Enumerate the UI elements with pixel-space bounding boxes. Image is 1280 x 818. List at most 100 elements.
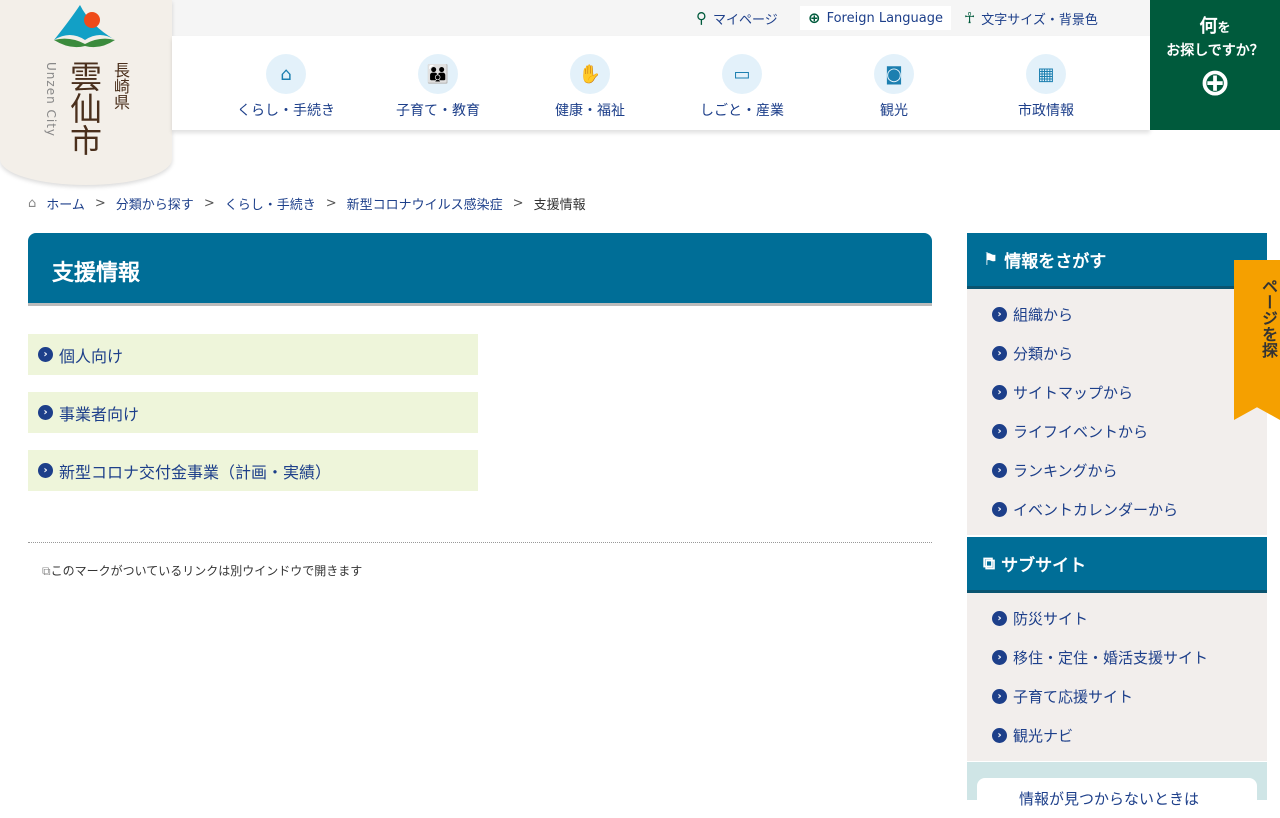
chevron-right-icon: › (992, 307, 1007, 322)
find-info-panel: ⚑ 情報をさがす › 組織から › 分類から › サイトマップから › ライフイベントから… (967, 233, 1267, 535)
item-label: 組織から (1013, 306, 1074, 324)
subsite-migration[interactable]: › 移住・定住・婚活支援サイト (992, 638, 1267, 677)
chevron-right-icon: › (38, 347, 53, 362)
breadcrumb: ⌂ ホーム > 分類から探す > くらし・手続き > 新型コロナウイルス感染症 > 支援… (28, 194, 586, 213)
breadcrumb-sep: > (203, 196, 215, 211)
note-text: このマークがついているリンクは別ウインドウで開きます (50, 564, 363, 578)
chevron-right-icon: › (992, 689, 1007, 704)
item-label: 防災サイト (1013, 610, 1089, 628)
find-by-category[interactable]: › 分類から (992, 334, 1267, 373)
breadcrumb-sep: > (325, 196, 337, 211)
link-grant[interactable]: › 新型コロナ交付金事業（計画・実績） (28, 450, 478, 491)
chevron-right-icon: › (38, 463, 53, 478)
link-individual[interactable]: › 個人向け (28, 334, 478, 375)
chevron-right-icon: › (38, 405, 53, 420)
camera-icon: ◙ (874, 54, 914, 94)
logo-pref: 長崎県 (111, 62, 130, 110)
find-by-ranking[interactable]: › ランキングから (992, 451, 1267, 490)
help-link[interactable]: 情報が見つからないときは (977, 778, 1257, 818)
search-label-1: 何 (1199, 16, 1218, 37)
breadcrumb-sep: > (94, 196, 106, 211)
subsite-disaster[interactable]: › 防災サイト (992, 599, 1267, 638)
nav-label: 市政情報 (1018, 103, 1074, 119)
page-title: 支援情報 (28, 233, 932, 306)
site-logo[interactable]: Unzen City 雲仙市 長崎県 (0, 0, 172, 185)
nav-label: 観光 (880, 103, 908, 119)
item-label: 分類から (1013, 345, 1074, 363)
breadcrumb-category[interactable]: 分類から探す (116, 194, 194, 213)
breadcrumb-sep: > (512, 196, 524, 211)
site-search-button[interactable]: 何を お探しですか？ ⊕ (1150, 0, 1280, 130)
subsite-header: ⧉ サブサイト (967, 537, 1267, 593)
subsite-tourism[interactable]: › 観光ナビ (992, 716, 1267, 755)
subsite-childcare[interactable]: › 子育て応援サイト (992, 677, 1267, 716)
chevron-right-icon: › (992, 346, 1007, 361)
search-plus-icon: ⊕ (1199, 60, 1231, 104)
global-nav: ⌂ くらし・手続き 👪 子育て・教育 ✋ 健康・福祉 ▭ しごと・産業 ◙ 観光 ▦ 市政情… (172, 36, 1150, 130)
nav-health[interactable]: ✋ 健康・福祉 (514, 36, 666, 130)
find-by-calendar[interactable]: › イベントカレンダーから (992, 490, 1267, 529)
mypage-label: マイページ (713, 12, 778, 28)
breadcrumb-living[interactable]: くらし・手続き (225, 194, 316, 213)
item-label: イベントカレンダーから (1013, 501, 1179, 519)
flag-icon: ⚑ (983, 249, 999, 270)
nav-label: くらし・手続き (237, 103, 335, 119)
item-label: 移住・定住・婚活支援サイト (1013, 649, 1209, 667)
chevron-right-icon: › (992, 502, 1007, 517)
briefcase-icon: ▭ (722, 54, 762, 94)
page-search-tab-label: ページを探 (1259, 278, 1278, 358)
breadcrumb-covid[interactable]: 新型コロナウイルス感染症 (347, 194, 503, 213)
logo-roman: Unzen City (44, 62, 58, 138)
chevron-right-icon: › (992, 424, 1007, 439)
nav-childcare[interactable]: 👪 子育て・教育 (362, 36, 514, 130)
nav-tourism[interactable]: ◙ 観光 (818, 36, 970, 130)
item-label: 観光ナビ (1013, 727, 1074, 745)
nav-label: 子育て・教育 (396, 103, 480, 119)
find-by-life-event[interactable]: › ライフイベントから (992, 412, 1267, 451)
foreign-language-link[interactable]: ⊕ Foreign Language (800, 6, 951, 30)
link-business[interactable]: › 事業者向け (28, 392, 478, 433)
page-search-tab[interactable]: ページを探 (1234, 260, 1280, 420)
foreign-language-label: Foreign Language (826, 10, 943, 26)
building-icon: ▦ (1026, 54, 1066, 94)
help-panel: 情報が見つからないときは (967, 762, 1267, 818)
find-by-org[interactable]: › 組織から (992, 295, 1267, 334)
item-label: ランキングから (1013, 462, 1118, 480)
mypage-link[interactable]: ⚲ マイページ (696, 6, 778, 30)
house-icon: ⌂ (266, 54, 306, 94)
chevron-right-icon: › (992, 650, 1007, 665)
family-icon: 👪 (418, 54, 458, 94)
nav-label: 健康・福祉 (555, 103, 625, 119)
nav-city[interactable]: ▦ 市政情報 (970, 36, 1122, 130)
accessibility-icon: ☥ (964, 9, 976, 27)
chevron-right-icon: › (992, 463, 1007, 478)
breadcrumb-current: 支援情報 (533, 198, 586, 213)
new-window-icon: ⧉ (42, 564, 51, 578)
item-label: 子育て応援サイト (1013, 688, 1134, 706)
text-size-link[interactable]: ☥ 文字サイズ・背景色 (964, 6, 1098, 30)
new-window-note: ⧉このマークがついているリンクは別ウインドウで開きます (42, 562, 362, 579)
chevron-right-icon: › (992, 385, 1007, 400)
item-label: サイトマップから (1013, 384, 1134, 402)
windows-icon: ⧉ (983, 553, 996, 574)
key-icon: ⚲ (696, 9, 707, 27)
nav-living[interactable]: ⌂ くらし・手続き (210, 36, 362, 130)
help-label: 情報が見つからないときは (1019, 790, 1200, 808)
subsite-title: サブサイト (1001, 556, 1087, 576)
globe-icon: ⊕ (808, 9, 821, 27)
nav-label: しごと・産業 (700, 103, 784, 119)
find-by-sitemap[interactable]: › サイトマップから (992, 373, 1267, 412)
text-size-label: 文字サイズ・背景色 (981, 12, 1098, 28)
nav-work[interactable]: ▭ しごと・産業 (666, 36, 818, 130)
home-icon: ⌂ (28, 196, 37, 211)
chevron-right-icon: › (992, 611, 1007, 626)
item-label: ライフイベントから (1013, 423, 1149, 441)
divider (28, 542, 932, 543)
logo-mark-icon (54, 5, 115, 48)
breadcrumb-home[interactable]: ホーム (46, 194, 85, 213)
find-info-header: ⚑ 情報をさがす (967, 233, 1267, 289)
link-label: 事業者向け (59, 404, 140, 424)
search-label-2: お探しですか？ (1166, 43, 1264, 59)
chevron-right-icon: › (992, 728, 1007, 743)
search-label-1b: を (1217, 21, 1231, 36)
